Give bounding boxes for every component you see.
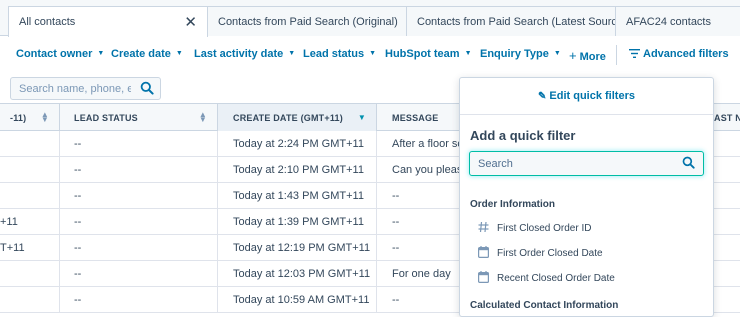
plus-icon: +	[569, 48, 577, 63]
pencil-icon: ✎	[538, 91, 547, 102]
filter-bar: Contact owner ▼ Create date ▼ Last activit…	[0, 37, 740, 73]
table-cell-col1	[0, 261, 60, 286]
link-label: Edit quick filters	[549, 90, 635, 102]
table-cell-lead-status: --	[60, 235, 218, 260]
sort-desc-icon[interactable]: ▼	[358, 114, 366, 122]
caret-down-icon: ▼	[553, 50, 561, 57]
caret-down-icon: ▼	[288, 50, 296, 57]
table-search[interactable]	[10, 77, 161, 100]
table-cell-col1: +11	[0, 209, 60, 234]
quick-filter-search-input[interactable]	[470, 152, 670, 175]
create-date-filter[interactable]: Create date ▼	[111, 48, 183, 60]
table-cell-message: --	[392, 190, 400, 202]
filter-label: Advanced filters	[643, 48, 729, 60]
panel-title: Add a quick filter	[470, 128, 576, 143]
tab-paid-search-latest[interactable]: Contacts from Paid Search (Latest Source…	[406, 6, 616, 36]
column-header[interactable]: AST NP	[712, 104, 740, 131]
divider	[460, 114, 713, 115]
table-cell-create-date: Today at 2:24 PM GMT+11	[218, 131, 377, 156]
column-header[interactable]: -11) ▲ ▼	[0, 104, 60, 131]
filter-label: Lead status	[303, 48, 365, 60]
caret-down-icon: ▼	[97, 50, 105, 57]
table-cell-message: --	[392, 294, 400, 306]
tab-label: All contacts	[19, 16, 76, 28]
search-icon[interactable]	[682, 156, 695, 174]
table-cell-lead-status: --	[60, 209, 218, 234]
table-cell-lead-status: --	[60, 287, 218, 312]
table-cell-create-date: Today at 2:10 PM GMT+11	[218, 157, 377, 182]
quick-filter-dropdown: ✎Edit quick filters Add a quick filter O…	[459, 77, 714, 317]
advanced-filters-button[interactable]: Advanced filters	[629, 48, 729, 60]
tab-paid-search-original[interactable]: Contacts from Paid Search (Original)	[207, 6, 407, 36]
filter-label: More	[579, 51, 606, 63]
view-tabs: All contacts ✕ Contacts from Paid Search…	[0, 0, 740, 37]
table-cell-create-date: Today at 1:43 PM GMT+11	[218, 183, 377, 208]
column-header-message[interactable]: MESSAGE	[377, 104, 459, 131]
table-cell-message: After a floor scr	[392, 138, 459, 150]
column-label: LEAD STATUS	[74, 113, 138, 123]
column-label: MESSAGE	[392, 113, 439, 123]
table-cell-lead-status: --	[60, 261, 218, 286]
table-cell-message: --	[392, 242, 400, 254]
table-cell-lead-status: --	[60, 183, 218, 208]
table-cell-lead-status: --	[60, 131, 218, 156]
caret-down-icon: ▼	[369, 50, 377, 57]
lead-status-filter[interactable]: Lead status ▼	[303, 48, 376, 60]
column-label: -11)	[10, 113, 27, 123]
table-cell-create-date: Today at 1:39 PM GMT+11	[218, 209, 377, 234]
quick-filter-search[interactable]	[469, 151, 704, 176]
table-cell-message: --	[392, 216, 400, 228]
hash-icon	[478, 221, 489, 236]
caret-down-icon: ▼	[175, 50, 183, 57]
table-cell-create-date: Today at 12:03 PM GMT+11	[218, 261, 377, 286]
table-cell-create-date: Today at 10:59 AM GMT+11	[218, 287, 377, 312]
column-header-lead-status[interactable]: LEAD STATUS ▲ ▼	[60, 104, 218, 131]
hubspot-team-filter[interactable]: HubSpot team ▼	[385, 48, 472, 60]
filter-label: Create date	[111, 48, 171, 60]
column-label: AST NP	[714, 113, 740, 123]
tab-afac24[interactable]: AFAC24 contacts	[615, 6, 740, 36]
filter-label: Last activity date	[194, 48, 284, 60]
table-cell-lead-status: --	[60, 157, 218, 182]
last-activity-date-filter[interactable]: Last activity date ▼	[194, 48, 295, 60]
search-icon[interactable]	[140, 81, 154, 100]
tab-label: AFAC24 contacts	[626, 16, 711, 28]
filter-lines-icon	[629, 49, 640, 58]
quick-filter-option[interactable]: First Closed Order ID	[460, 218, 713, 240]
group-heading: Order Information	[470, 199, 556, 210]
quick-filter-option[interactable]: First Order Closed Date	[460, 243, 713, 265]
filter-label: HubSpot team	[385, 48, 460, 60]
tab-label: Contacts from Paid Search (Latest Source…	[417, 16, 616, 28]
table-cell-message: For one day	[392, 268, 451, 280]
table-cell-col1	[0, 131, 60, 156]
option-label: First Order Closed Date	[497, 248, 603, 259]
caret-down-icon: ▼	[464, 50, 472, 57]
table-cell-col1: T+11	[0, 235, 60, 260]
tab-label: Contacts from Paid Search (Original)	[218, 16, 398, 28]
table-cell-col1	[0, 287, 60, 312]
sort-icon[interactable]: ▲ ▼	[41, 111, 49, 124]
search-input[interactable]	[11, 78, 131, 99]
table-cell-col1	[0, 157, 60, 182]
tab-all-contacts[interactable]: All contacts ✕	[8, 6, 208, 37]
filter-label: Contact owner	[16, 48, 93, 60]
option-label: Recent Closed Order Date	[497, 273, 615, 284]
more-filters-button[interactable]: + More	[569, 48, 606, 63]
option-label: First Closed Order ID	[497, 223, 592, 234]
sort-icon[interactable]: ▲ ▼	[199, 111, 207, 124]
calendar-icon	[478, 271, 490, 286]
enquiry-type-filter[interactable]: Enquiry Type ▼	[480, 48, 561, 60]
table-cell-message: Can you please	[392, 164, 459, 176]
close-icon[interactable]: ✕	[184, 13, 197, 31]
divider	[616, 45, 617, 65]
table-cell-create-date: Today at 12:19 PM GMT+11	[218, 235, 377, 260]
table-cell-col1	[0, 183, 60, 208]
edit-quick-filters-link[interactable]: ✎ Edit quick filters	[460, 90, 713, 102]
contact-owner-filter[interactable]: Contact owner ▼	[16, 48, 104, 60]
column-header-create-date[interactable]: CREATE DATE (GMT+11) ▼	[218, 104, 377, 131]
calendar-icon	[478, 246, 490, 261]
filter-label: Enquiry Type	[480, 48, 549, 60]
column-label: CREATE DATE (GMT+11)	[233, 113, 343, 123]
quick-filter-option[interactable]: Recent Closed Order Date	[460, 268, 713, 290]
